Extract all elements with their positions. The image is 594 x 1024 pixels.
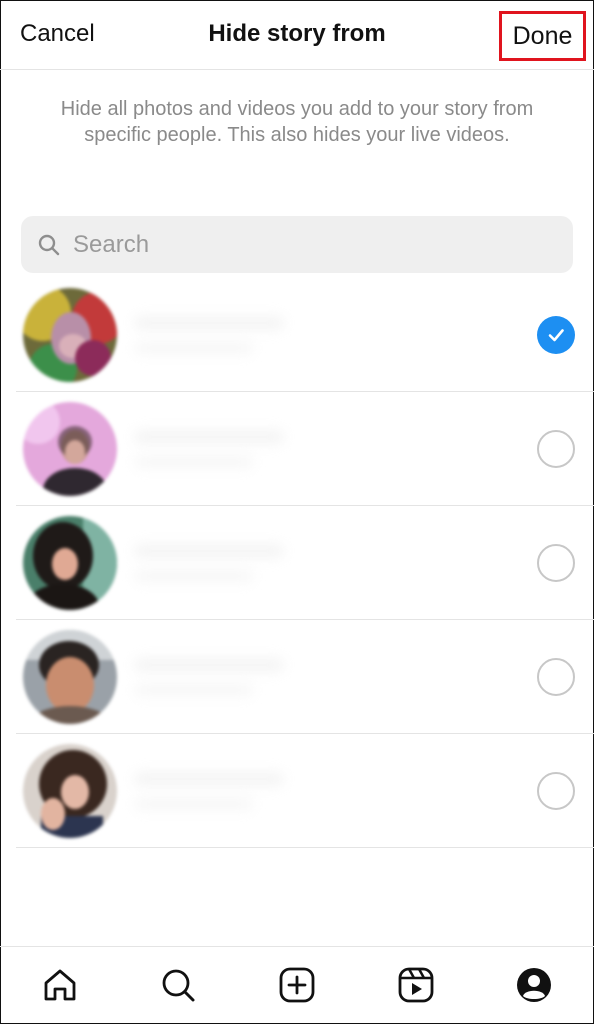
done-button[interactable]: Done — [513, 22, 573, 51]
username-redacted — [134, 456, 254, 468]
checkmark-icon — [548, 329, 564, 342]
username-redacted — [134, 798, 254, 810]
avatar — [23, 744, 117, 838]
list-item[interactable] — [0, 392, 594, 506]
description-text: Hide all photos and videos you add to yo… — [60, 98, 534, 146]
tab-home[interactable] — [40, 965, 80, 1005]
name-redacted — [134, 430, 284, 444]
account-list — [0, 278, 594, 848]
select-checkbox[interactable] — [537, 430, 575, 468]
select-checkbox[interactable] — [537, 658, 575, 696]
tab-create[interactable] — [277, 965, 317, 1005]
username-redacted — [134, 684, 254, 696]
username-redacted — [134, 570, 254, 582]
create-icon — [279, 967, 315, 1003]
search-icon — [162, 969, 195, 1002]
name-redacted — [134, 544, 284, 558]
reels-icon — [398, 967, 434, 1003]
tab-reels[interactable] — [396, 965, 436, 1005]
name-redacted — [134, 658, 284, 672]
select-checkbox[interactable] — [537, 772, 575, 810]
tab-profile[interactable] — [514, 965, 554, 1005]
select-checkbox[interactable] — [537, 544, 575, 582]
name-redacted — [134, 316, 284, 330]
avatar — [23, 516, 117, 610]
cancel-button[interactable]: Cancel — [20, 20, 95, 48]
search-bar[interactable] — [21, 216, 573, 273]
list-item[interactable] — [0, 278, 594, 392]
tab-search[interactable] — [158, 965, 198, 1005]
search-input[interactable] — [73, 230, 543, 259]
username-redacted — [134, 342, 254, 354]
header: Cancel Hide story from Done — [0, 0, 594, 70]
avatar — [23, 630, 117, 724]
name-redacted — [134, 772, 284, 786]
search-icon — [38, 234, 60, 255]
profile-icon — [517, 968, 551, 1002]
list-item[interactable] — [0, 506, 594, 620]
avatar — [23, 402, 117, 496]
bottom-tab-bar — [0, 946, 594, 1024]
done-button-highlight[interactable]: Done — [499, 11, 586, 61]
selected-checkbox[interactable] — [537, 316, 575, 354]
list-item[interactable] — [0, 734, 594, 848]
divider — [16, 847, 594, 848]
avatar — [23, 288, 117, 382]
home-icon — [44, 969, 76, 1001]
list-item[interactable] — [0, 620, 594, 734]
